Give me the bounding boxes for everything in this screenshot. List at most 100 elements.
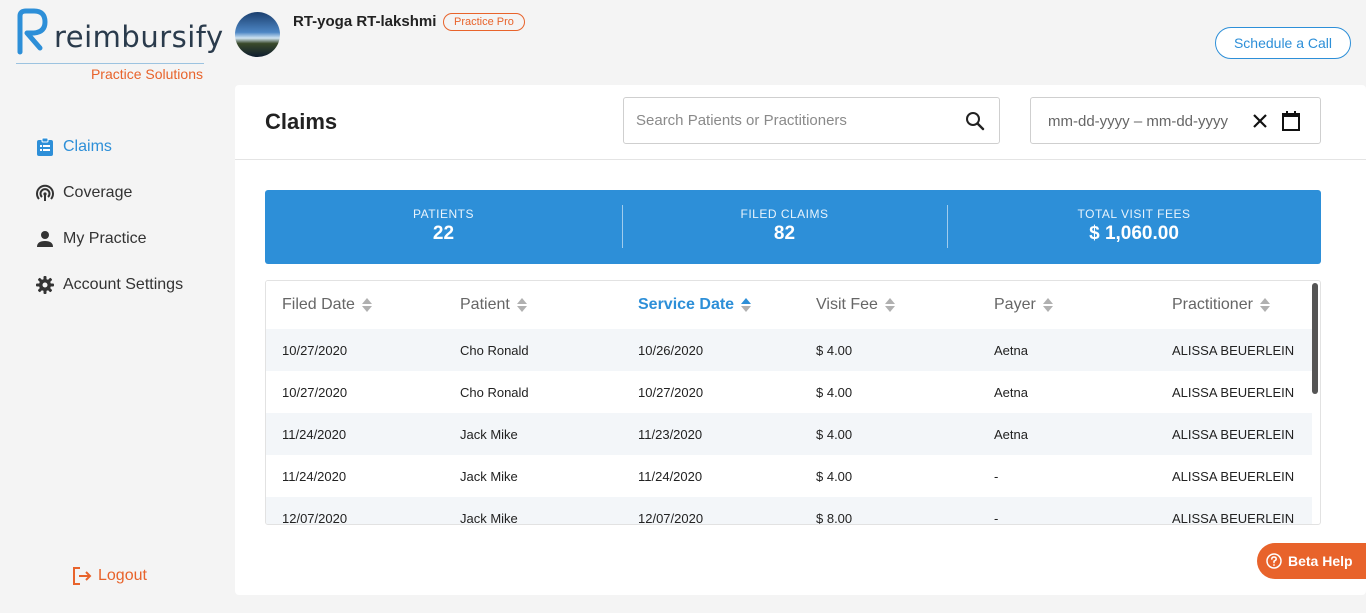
table-body: 10/27/2020 Cho Ronald 10/26/2020 $ 4.00 … [266, 329, 1312, 525]
stat-patients: PATIENTS 22 [265, 190, 622, 264]
page-title: Claims [265, 109, 338, 134]
column-header-filed-date[interactable]: Filed Date [282, 296, 372, 314]
plan-badge: Practice Pro [443, 13, 525, 31]
logo-mark-icon [17, 8, 48, 55]
stat-label: TOTAL VISIT FEES [1077, 207, 1191, 221]
person-icon [35, 229, 55, 249]
beta-help-button[interactable]: Beta Help [1257, 543, 1366, 579]
scrollbar-thumb[interactable] [1312, 283, 1318, 394]
reimbursify-logo[interactable]: reimbursify Practice Solutions [14, 8, 223, 82]
beta-help-label: Beta Help [1288, 553, 1353, 569]
date-range-picker[interactable]: mm-dd-yyyy – mm-dd-yyyy [1030, 97, 1321, 144]
cell-practitioner: ALISSA BEUERLEIN [1172, 469, 1295, 484]
column-header-patient[interactable]: Patient [460, 296, 527, 314]
sidebar-item-my-practice[interactable]: My Practice [35, 228, 183, 250]
stat-value: 82 [773, 223, 796, 244]
cell-filed-date: 10/27/2020 [282, 385, 348, 400]
cell-service-date: 11/23/2020 [638, 427, 703, 442]
logout-icon [72, 566, 92, 586]
column-label: Service Date [638, 296, 735, 313]
sidebar-item-label: Account Settings [63, 276, 184, 293]
search-box [623, 97, 1000, 144]
cell-patient: Cho Ronald [460, 385, 529, 400]
table-row[interactable]: 10/27/2020 Cho Ronald 10/26/2020 $ 4.00 … [266, 329, 1312, 371]
cell-payer: Aetna [994, 427, 1028, 442]
cell-filed-date: 11/24/2020 [282, 469, 347, 484]
table-row[interactable]: 10/27/2020 Cho Ronald 10/27/2020 $ 4.00 … [266, 371, 1312, 413]
stat-value: 22 [432, 223, 455, 244]
logout-link[interactable]: Logout [72, 566, 147, 586]
calendar-icon[interactable] [1281, 110, 1301, 132]
cell-visit-fee: $ 4.00 [816, 343, 853, 358]
cell-payer: Aetna [994, 385, 1028, 400]
logo-tagline: Practice Solutions [90, 66, 203, 82]
cell-filed-date: 12/07/2020 [282, 511, 348, 525]
help-icon [1266, 553, 1282, 569]
stat-divider [947, 205, 948, 248]
claims-table: Filed Date Patient Service Date Visit Fe… [265, 280, 1321, 525]
cell-patient: Cho Ronald [460, 343, 529, 358]
cell-filed-date: 10/27/2020 [282, 343, 348, 358]
column-header-payer[interactable]: Payer [994, 296, 1053, 314]
sidebar-item-claims[interactable]: Claims [35, 136, 183, 158]
column-header-visit-fee[interactable]: Visit Fee [816, 296, 895, 314]
cell-visit-fee: $ 4.00 [816, 427, 853, 442]
sort-icon [516, 297, 527, 313]
stat-label: FILED CLAIMS [740, 207, 829, 221]
table-row[interactable]: 12/07/2020 Jack Mike 12/07/2020 $ 8.00 -… [266, 497, 1312, 525]
table-header: Filed Date Patient Service Date Visit Fe… [266, 281, 1312, 329]
cell-visit-fee: $ 8.00 [816, 511, 853, 525]
avatar[interactable] [235, 12, 280, 57]
cell-practitioner: ALISSA BEUERLEIN [1172, 511, 1295, 525]
cell-payer: - [994, 511, 999, 525]
sidebar-item-label: Claims [63, 138, 112, 155]
sort-icon [361, 297, 372, 313]
user-name: RT-yoga RT-lakshmi [293, 13, 437, 30]
sidebar-nav: Claims Coverage My Practice Account Sett… [35, 136, 183, 320]
cell-patient: Jack Mike [460, 511, 518, 525]
sidebar-item-label: My Practice [63, 230, 147, 247]
table-row[interactable]: 11/24/2020 Jack Mike 11/23/2020 $ 4.00 A… [266, 413, 1312, 455]
sort-icon [1042, 297, 1053, 313]
column-header-service-date[interactable]: Service Date [638, 296, 752, 314]
column-header-practitioner[interactable]: Practitioner [1172, 296, 1270, 314]
cell-payer: - [994, 469, 999, 484]
claims-panel: Claims mm-dd-yyyy – mm-dd-yyyy PATIENTS … [235, 85, 1366, 595]
sort-icon [1259, 297, 1270, 313]
column-label: Filed Date [282, 296, 355, 313]
cell-practitioner: ALISSA BEUERLEIN [1172, 343, 1295, 358]
column-label: Practitioner [1172, 296, 1253, 313]
gear-icon [35, 275, 55, 295]
cell-patient: Jack Mike [460, 427, 518, 442]
stat-value: $ 1,060.00 [1089, 223, 1179, 244]
cell-service-date: 10/26/2020 [638, 343, 704, 358]
cell-filed-date: 11/24/2020 [282, 427, 347, 442]
column-label: Payer [994, 296, 1036, 313]
table-scrollbar[interactable] [1311, 281, 1319, 524]
stat-total-visit-fees: TOTAL VISIT FEES $ 1,060.00 [947, 190, 1321, 264]
sidebar-item-label: Coverage [63, 184, 133, 201]
sort-icon [884, 297, 895, 313]
date-range-placeholder: mm-dd-yyyy – mm-dd-yyyy [1048, 113, 1229, 130]
cell-service-date: 10/27/2020 [638, 385, 704, 400]
close-icon[interactable] [1250, 111, 1270, 131]
cell-patient: Jack Mike [460, 469, 518, 484]
logout-label: Logout [98, 567, 147, 584]
search-input[interactable] [636, 98, 956, 143]
cell-practitioner: ALISSA BEUERLEIN [1172, 427, 1295, 442]
cell-service-date: 12/07/2020 [638, 511, 704, 525]
cell-visit-fee: $ 4.00 [816, 469, 853, 484]
search-icon[interactable] [965, 111, 985, 131]
stat-filed-claims: FILED CLAIMS 82 [622, 190, 947, 264]
sidebar: reimbursify Practice Solutions Claims Co… [0, 0, 225, 613]
cell-payer: Aetna [994, 343, 1028, 358]
clipboard-icon [35, 137, 55, 157]
column-label: Patient [460, 296, 510, 313]
table-row[interactable]: 11/24/2020 Jack Mike 11/24/2020 $ 4.00 -… [266, 455, 1312, 497]
summary-stats: PATIENTS 22 FILED CLAIMS 82 TOTAL VISIT … [265, 190, 1321, 264]
sort-ascending-icon [741, 297, 752, 313]
schedule-call-button[interactable]: Schedule a Call [1215, 27, 1351, 59]
logo-wordmark: reimbursify [54, 20, 224, 54]
sidebar-item-account-settings[interactable]: Account Settings [35, 274, 183, 296]
sidebar-item-coverage[interactable]: Coverage [35, 182, 183, 204]
